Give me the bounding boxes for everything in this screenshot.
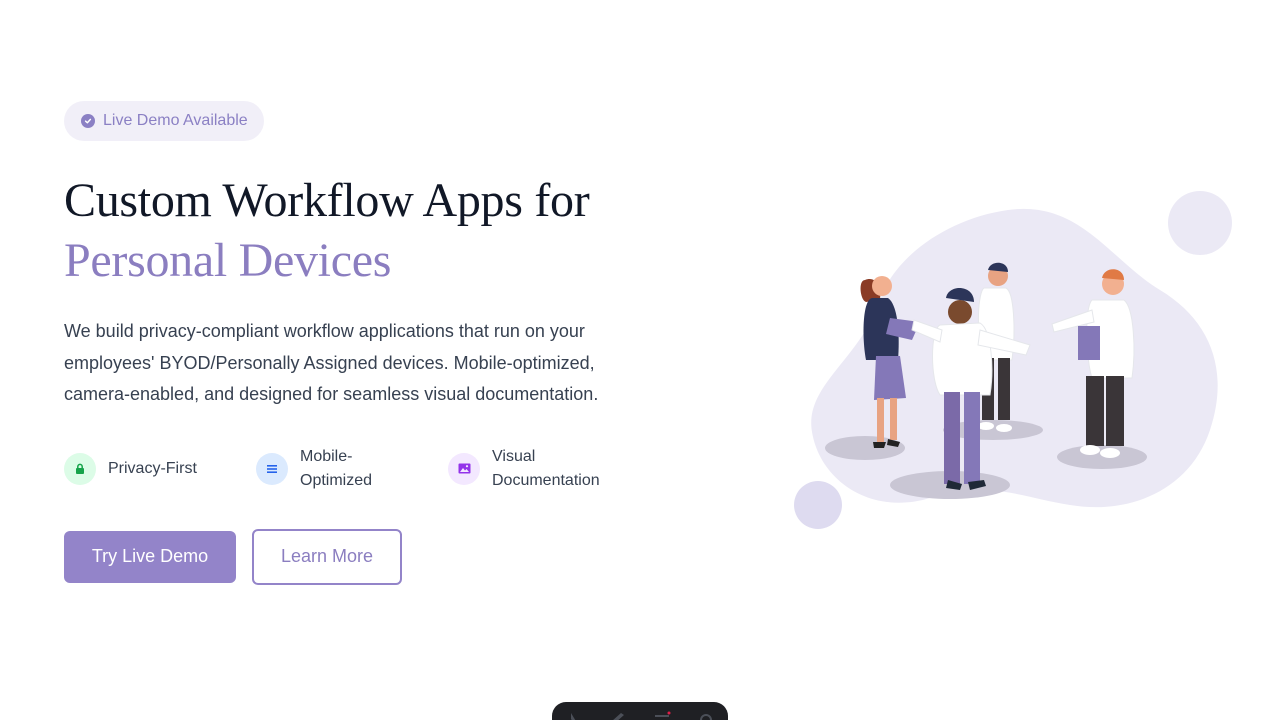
live-demo-badge: Live Demo Available [64, 101, 264, 141]
team-illustration [780, 180, 1260, 540]
learn-more-button[interactable]: Learn More [252, 528, 402, 585]
menu-icon [256, 452, 288, 485]
team-collaboration-illustration [794, 191, 1232, 529]
hero-section: Live Demo Available Custom Workflow Apps… [64, 101, 624, 585]
settings-icon[interactable] [697, 710, 715, 720]
pointer-icon[interactable] [565, 710, 583, 720]
feature-mobile: Mobile-Optimized [256, 445, 448, 493]
hero-description: We build privacy-compliant workflow appl… [64, 321, 599, 404]
badge-label: Live Demo Available [103, 112, 248, 129]
feature-privacy: Privacy-First [64, 452, 256, 485]
feature-visual: Visual Documentation [448, 445, 617, 493]
page-title: Custom Workflow Apps for Personal Device… [64, 171, 624, 291]
check-circle-icon [81, 114, 95, 128]
feature-list: Privacy-First Mobile-Optimized Visual Do… [64, 441, 624, 497]
feature-label: Visual Documentation [492, 447, 600, 489]
image-icon [448, 452, 480, 485]
feature-label: Privacy-First [108, 459, 197, 477]
list-icon[interactable] [653, 710, 671, 720]
try-live-demo-button[interactable]: Try Live Demo [64, 530, 236, 583]
cta-group: Try Live Demo Learn More [64, 528, 624, 585]
title-line-2: Personal Devices [64, 234, 392, 287]
pen-icon[interactable] [609, 710, 627, 720]
feature-label: Mobile-Optimized [300, 447, 373, 489]
lock-icon [64, 452, 96, 485]
floating-toolbar [552, 702, 728, 720]
title-line-1: Custom Workflow Apps for [64, 174, 590, 227]
